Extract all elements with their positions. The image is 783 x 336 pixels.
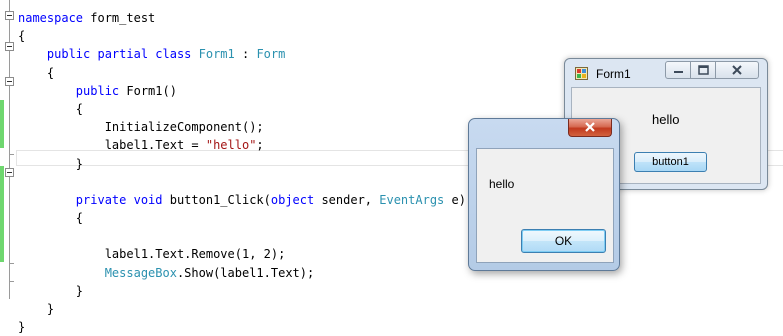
code-token: ; [256, 138, 264, 153]
code-line[interactable]: public partial class Form1 : Form [18, 45, 466, 63]
ok-button[interactable]: OK [521, 229, 606, 253]
form1-title-bar[interactable]: Form1 [565, 59, 767, 87]
fold-end-marker [9, 263, 14, 264]
code-token: e) [444, 192, 466, 207]
code-line[interactable]: } [18, 282, 466, 300]
close-icon [732, 65, 742, 75]
collapse-class-icon[interactable] [5, 42, 14, 51]
code-token: label1.Text.Remove(1, 2); [18, 247, 286, 262]
message-box-client-area: hello OK [476, 148, 614, 263]
code-line[interactable]: } [18, 318, 466, 336]
code-token: } [18, 320, 26, 335]
maximize-icon [698, 65, 709, 75]
close-icon [585, 122, 595, 132]
collapse-method-icon[interactable] [5, 168, 14, 177]
code-line[interactable] [18, 173, 466, 191]
changed-lines-marker [0, 166, 4, 262]
code-line[interactable]: label1.Text = "hello"; [18, 136, 466, 154]
code-token: public [75, 83, 127, 98]
form1-title: Form1 [596, 67, 631, 81]
code-token: namespace [18, 11, 91, 25]
message-text: hello [489, 177, 515, 191]
code-line[interactable]: InitializeComponent(); [18, 118, 466, 136]
code-line[interactable]: } [18, 300, 466, 318]
code-token: sender, [321, 192, 380, 207]
code-line[interactable] [18, 227, 466, 245]
code-token: { [18, 65, 55, 80]
code-line[interactable]: namespace form_test [18, 9, 466, 27]
collapse-constructor-icon[interactable] [5, 77, 14, 86]
close-button[interactable] [715, 61, 759, 79]
code-line[interactable]: { [18, 209, 466, 227]
code-token: EventArgs [379, 192, 445, 207]
code-line[interactable]: MessageBox.Show(label1.Text); [18, 264, 466, 282]
code-line[interactable]: { [18, 64, 466, 82]
code-line[interactable]: } [18, 155, 466, 173]
code-line[interactable]: { [18, 100, 466, 118]
label1: hello [652, 112, 680, 127]
maximize-button[interactable] [690, 61, 716, 79]
code-token: label1.Text = [18, 138, 206, 153]
code-token: Form1() [126, 83, 177, 98]
minimize-button[interactable] [665, 61, 691, 79]
code-token: MessageBox [104, 265, 177, 280]
fold-end-marker [9, 154, 14, 155]
code-token: public partial class [46, 47, 199, 62]
code-token: private void [75, 192, 170, 207]
code-token: "hello" [205, 138, 257, 153]
collapse-namespace-icon[interactable] [5, 11, 14, 20]
code-line[interactable]: public Form1() [18, 82, 466, 100]
code-token: } [18, 156, 84, 171]
code-line[interactable]: { [18, 27, 466, 45]
code-token: button1_Click( [169, 192, 271, 207]
code-token: Form [256, 47, 286, 62]
code-line[interactable]: private void button1_Click(object sender… [18, 191, 466, 209]
code-token: { [18, 101, 84, 116]
code-token: object [270, 192, 322, 207]
code-line[interactable]: label1.Text.Remove(1, 2); [18, 245, 466, 263]
message-box-dialog[interactable]: hello OK [468, 118, 620, 271]
code-token: : [234, 47, 257, 62]
fold-end-marker [9, 281, 14, 282]
form-app-icon [575, 67, 588, 80]
code-token: { [18, 29, 26, 44]
code-token: } [18, 283, 84, 298]
code-token: Form1 [198, 47, 235, 62]
code-token: { [18, 211, 84, 226]
code-token: } [18, 302, 55, 316]
code-text[interactable]: namespace form_test { public partial clas… [18, 9, 466, 336]
minimize-icon [674, 71, 683, 73]
code-token: form_test [90, 11, 156, 25]
message-box-close-button[interactable] [568, 119, 612, 137]
code-token: InitializeComponent(); [18, 120, 264, 135]
code-token: .Show(label1.Text); [176, 265, 315, 280]
button1[interactable]: button1 [634, 152, 707, 172]
changed-lines-marker [0, 100, 4, 148]
